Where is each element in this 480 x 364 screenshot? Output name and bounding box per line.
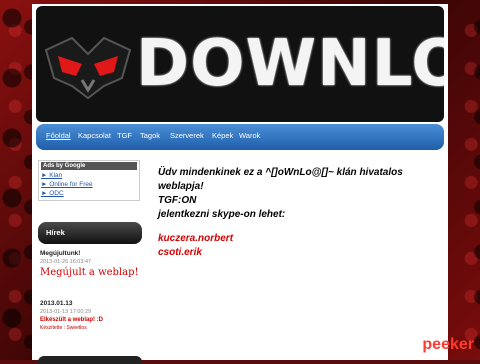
ads-title[interactable]: Ads by Google bbox=[41, 162, 137, 170]
news-title[interactable]: Megújultunk! bbox=[40, 250, 144, 257]
watermark-part: peeker bbox=[422, 336, 474, 353]
nav-item-warok[interactable]: Warok bbox=[239, 131, 260, 140]
main-navbar: Főoldal Kapcsolat TGF Tagok Szerverek Ké… bbox=[36, 124, 444, 150]
news-item: 2013.01.13 2013-01-13 17:00:29 Elkészült… bbox=[40, 300, 144, 331]
skype-contact[interactable]: kuczera.norbert bbox=[158, 232, 448, 246]
news-date: 2013-01-26 16:03:47 bbox=[40, 259, 92, 265]
page-container: DOWNLOAD Főoldal Kapcsolat TGF Tagok Sze… bbox=[32, 4, 448, 364]
news-headline: Megújult a weblap! bbox=[40, 267, 139, 278]
pagepeeker-watermark: pagepeeker bbox=[385, 336, 474, 354]
sidebar: Ads by Google ► Klan ► Online for Free ►… bbox=[38, 160, 146, 201]
news-header-label: Hírek bbox=[46, 228, 65, 237]
nav-item-fooldal[interactable]: Főoldal bbox=[46, 131, 71, 140]
nav-item-szerverek[interactable]: Szerverek bbox=[170, 131, 204, 140]
mask-logo-icon bbox=[44, 36, 132, 100]
site-header: DOWNLOAD bbox=[36, 6, 444, 122]
news-title[interactable]: 2013.01.13 bbox=[40, 300, 144, 307]
news-header: Hírek bbox=[38, 222, 142, 244]
nav-item-kapcsolat[interactable]: Kapcsolat bbox=[78, 131, 111, 140]
news-item: Megújultunk! 2013-01-26 16:03:47 Megújul… bbox=[40, 250, 144, 279]
ad-link-online-for-free[interactable]: ► Online for Free bbox=[41, 181, 137, 188]
nav-item-tagok[interactable]: Tagok bbox=[140, 131, 160, 140]
welcome-text: Üdv mindenkinek ez a ^[]oWnLo@[]~ klán h… bbox=[158, 167, 403, 192]
sidebar-box-top bbox=[38, 356, 142, 364]
news-date: 2013-01-13 17:00:29 bbox=[40, 309, 92, 315]
news-author: Készítette : Sweetlos bbox=[40, 325, 87, 331]
site-title: DOWNLOAD bbox=[136, 27, 444, 101]
ad-link-klan[interactable]: ► Klan bbox=[41, 172, 137, 179]
join-instructions: jelentkezni skype-on lehet: bbox=[158, 209, 286, 220]
skype-contact[interactable]: csoti.erik bbox=[158, 246, 448, 260]
tgf-status: TGF:ON bbox=[158, 195, 197, 206]
news-body: Elkészült a weblap! :D bbox=[40, 317, 104, 323]
main-content: Üdv mindenkinek ez a ^[]oWnLo@[]~ klán h… bbox=[158, 166, 448, 260]
nav-item-kepek[interactable]: Képek bbox=[212, 131, 233, 140]
watermark-part: page bbox=[385, 336, 423, 353]
ad-link-odc[interactable]: ► ODC bbox=[41, 190, 137, 197]
nav-item-tgf[interactable]: TGF bbox=[117, 131, 132, 140]
ads-box: Ads by Google ► Klan ► Online for Free ►… bbox=[38, 160, 140, 201]
